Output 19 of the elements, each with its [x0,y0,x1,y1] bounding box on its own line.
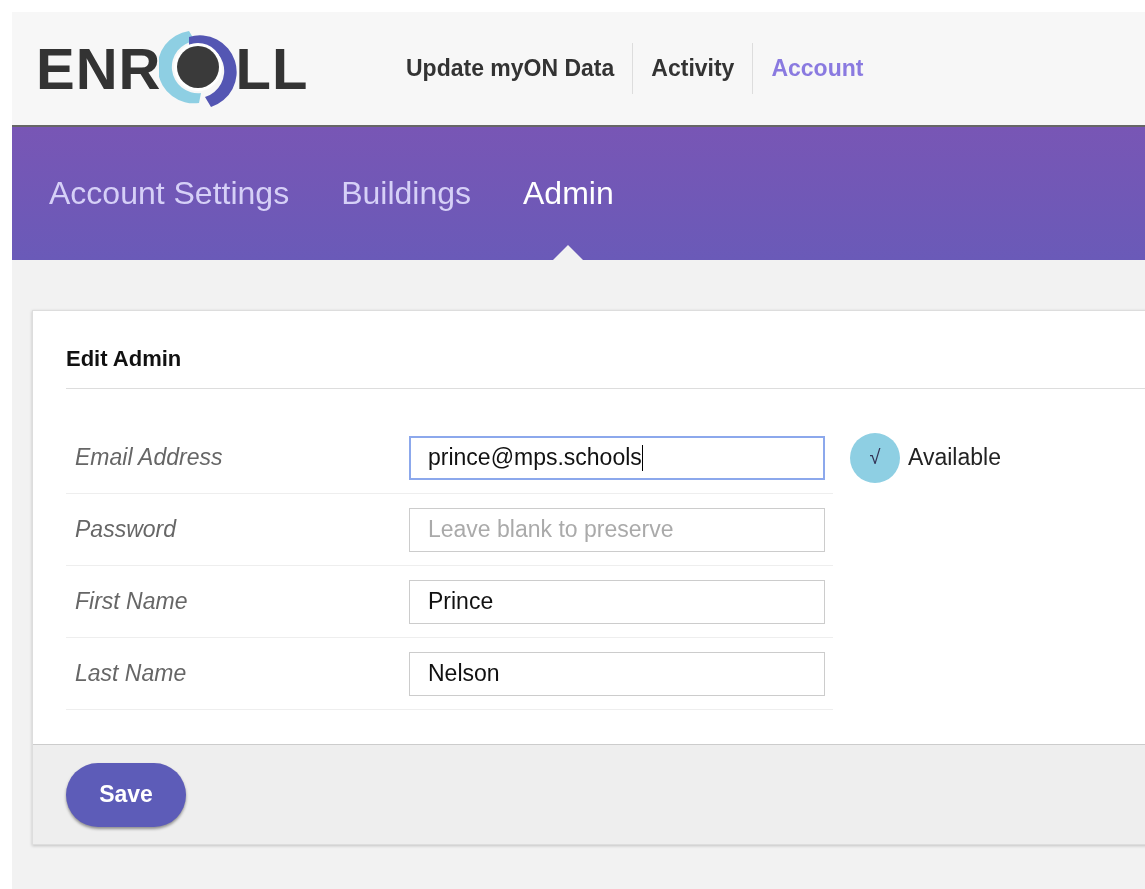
tab[interactable]: Admin [523,127,614,260]
logo-text: LL [235,35,309,102]
save-button[interactable]: Save [66,762,186,827]
status-text: Available [908,444,1001,471]
input-field[interactable]: Nelson [409,651,825,696]
field-label: First Name [74,588,189,615]
field-label: Last Name [74,660,188,687]
nav-link[interactable]: Account [752,43,882,94]
logo-text: ENR [36,35,162,102]
nav-link[interactable]: Update myON Data [382,43,633,94]
tab[interactable]: Account Settings [49,127,290,260]
field-label: Password [74,516,178,543]
tab[interactable]: Buildings [341,127,471,260]
card-title: Edit Admin [66,311,1145,389]
field-label: Email Address [74,444,224,471]
nav-link[interactable]: Activity [632,43,753,94]
input-field[interactable]: prince@mps.schools [409,435,825,480]
check-icon: √ [850,432,900,483]
input-field[interactable]: Prince [409,579,825,624]
